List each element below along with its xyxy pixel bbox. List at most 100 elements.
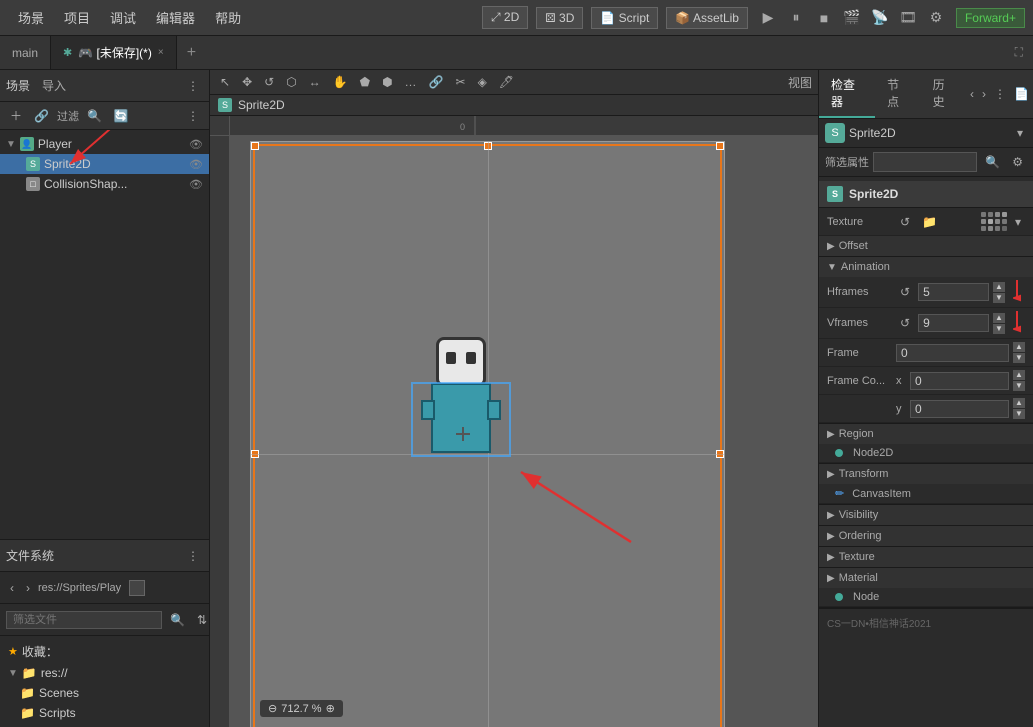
tool-move[interactable]: ✥ [238, 73, 256, 91]
import-title[interactable]: 导入 [42, 77, 66, 94]
scene-settings-button[interactable]: ⋮ [183, 107, 203, 125]
vframes-reset[interactable]: ↺ [896, 314, 914, 332]
frame-coord-y-spin[interactable]: ▲ ▼ [1013, 398, 1025, 419]
frame-coord-x-down[interactable]: ▼ [1013, 381, 1025, 391]
material-header[interactable]: ▶ Material [819, 568, 1033, 588]
vframes-input[interactable] [918, 314, 989, 332]
transform-header[interactable]: ▶ Transform [819, 464, 1033, 484]
file-scripts[interactable]: 📁 Scripts [0, 703, 209, 723]
handle-top-right[interactable] [716, 142, 724, 150]
refresh-button[interactable]: 🔄 [110, 107, 133, 125]
assetlib-button[interactable]: 📦 AssetLib [666, 7, 748, 29]
frame-coord-x-input[interactable] [910, 372, 1009, 390]
zoom-plus[interactable]: ⊕ [326, 702, 335, 715]
collision-eye-button[interactable]: 👁 [189, 178, 203, 191]
renderer-button[interactable]: Forward+ [956, 8, 1025, 28]
frame-coord-x-spin[interactable]: ▲ ▼ [1013, 370, 1025, 391]
filter-button[interactable]: 🔍 [83, 107, 106, 125]
region-header[interactable]: ▶ Region [819, 424, 1033, 444]
frame-coord-y-input[interactable] [910, 400, 1009, 418]
tool-select[interactable]: ↖ [216, 73, 234, 91]
remote-button[interactable]: 📡 [868, 6, 892, 30]
sprite2d-eye-button[interactable]: 👁 [189, 158, 203, 171]
movie-button[interactable]: 🎞 [896, 6, 920, 30]
filter-config-button[interactable]: ⚙ [1008, 153, 1027, 171]
viewport-area[interactable]: 0 [210, 116, 818, 727]
hframes-spin[interactable]: ▲ ▼ [993, 282, 1005, 303]
script-button[interactable]: 📄 Script [591, 7, 658, 29]
file-filter-input[interactable] [6, 611, 162, 629]
tab-main[interactable]: main [0, 36, 51, 69]
pause-button[interactable]: ⏸ [784, 6, 808, 30]
tool-transform[interactable]: ↔ [305, 73, 325, 91]
insp-prev-button[interactable]: ‹ [966, 85, 978, 103]
file-back-button[interactable]: ‹ [6, 579, 18, 597]
mode-3d-button[interactable]: ⚄ 3D [536, 7, 583, 29]
inspector-filter-input[interactable] [873, 152, 977, 172]
animation-header[interactable]: ▼ Animation [819, 257, 1033, 277]
texture2-header[interactable]: ▶ Texture [819, 547, 1033, 567]
node-selector-dropdown[interactable]: ▾ [1013, 124, 1027, 142]
frame-coord-x-up[interactable]: ▲ [1013, 370, 1025, 380]
texture-options-button[interactable]: ▾ [1011, 213, 1025, 231]
frame-spin[interactable]: ▲ ▼ [1013, 342, 1025, 363]
hframes-up[interactable]: ▲ [993, 282, 1005, 292]
view-label[interactable]: 视图 [788, 74, 812, 91]
tool-link[interactable]: 🔗 [425, 73, 448, 91]
filter-search-button[interactable]: 🔍 [981, 153, 1004, 171]
frame-coord-y-up[interactable]: ▲ [1013, 398, 1025, 408]
tool-ruler[interactable]: ⬟ [356, 73, 374, 91]
menu-scene[interactable]: 场景 [8, 4, 54, 31]
tab-add-button[interactable]: + [177, 44, 206, 62]
hframes-down[interactable]: ▼ [993, 293, 1005, 303]
tab-close-button[interactable]: × [158, 47, 164, 58]
stop-button[interactable]: ■ [812, 6, 836, 30]
texture-reset-button[interactable]: ↺ [896, 213, 914, 231]
tool-pan[interactable]: ✋ [329, 73, 352, 91]
visibility-header[interactable]: ▶ Visibility [819, 505, 1033, 525]
file-sort-button[interactable]: ⇅ [193, 611, 211, 629]
file-scenes[interactable]: 📁 Scenes [0, 683, 209, 703]
file-forward-button[interactable]: › [22, 579, 34, 597]
tool-scale[interactable]: ⬡ [282, 73, 300, 91]
settings-button[interactable]: ⚙ [924, 6, 948, 30]
file-res[interactable]: ▼ 📁 res:// [0, 663, 209, 683]
tool-rotate[interactable]: ↺ [260, 73, 278, 91]
menu-debug[interactable]: 调试 [100, 4, 146, 31]
frame-up[interactable]: ▲ [1013, 342, 1025, 352]
tab-maximize-button[interactable]: ⛶ [1005, 45, 1033, 60]
insp-doc-button[interactable]: 📄 [1010, 85, 1033, 103]
vframes-spin[interactable]: ▲ ▼ [993, 313, 1005, 334]
handle-top-left[interactable] [251, 142, 259, 150]
tool-pin[interactable]: ◈ [474, 73, 491, 91]
menu-editor[interactable]: 编辑器 [146, 4, 205, 31]
frame-down[interactable]: ▼ [1013, 353, 1025, 363]
tool-grid[interactable]: ⬢ [378, 73, 396, 91]
vframes-down[interactable]: ▼ [993, 324, 1005, 334]
insp-next-button[interactable]: › [978, 85, 990, 103]
tool-more[interactable]: … [401, 73, 421, 91]
ordering-header[interactable]: ▶ Ordering [819, 526, 1033, 546]
frame-coord-y-down[interactable]: ▼ [1013, 409, 1025, 419]
tree-item-collision[interactable]: □ CollisionShap... 👁 [0, 174, 209, 194]
offset-header[interactable]: ▶ Offset [819, 236, 1033, 256]
tool-pencil[interactable]: 🖊 [495, 73, 518, 91]
insp-more-button[interactable]: ⋮ [990, 85, 1010, 103]
tool-cut[interactable]: ✂ [452, 73, 470, 91]
file-filter-button[interactable]: 🔍 [166, 611, 189, 629]
file-more-button[interactable]: ⋮ [183, 547, 203, 565]
add-node-button[interactable]: ＋ [6, 105, 26, 126]
step-button[interactable]: 🎬 [840, 6, 864, 30]
vframes-up[interactable]: ▲ [993, 313, 1005, 323]
menu-help[interactable]: 帮助 [205, 4, 251, 31]
player-eye-button[interactable]: 👁 [189, 138, 203, 151]
tree-item-sprite2d[interactable]: S Sprite2D 👁 [0, 154, 209, 174]
scene-more-button[interactable]: ⋮ [183, 77, 203, 95]
frame-input[interactable] [896, 344, 1009, 362]
mode-2d-button[interactable]: ⤢ 2D [482, 6, 528, 29]
hframes-input[interactable] [918, 283, 989, 301]
play-button[interactable]: ▶ [756, 6, 780, 30]
tab-inspector[interactable]: 检查器 [819, 70, 875, 118]
tree-item-player[interactable]: ▼ 👤 Player 👁 [0, 134, 209, 154]
hframes-reset[interactable]: ↺ [896, 283, 914, 301]
